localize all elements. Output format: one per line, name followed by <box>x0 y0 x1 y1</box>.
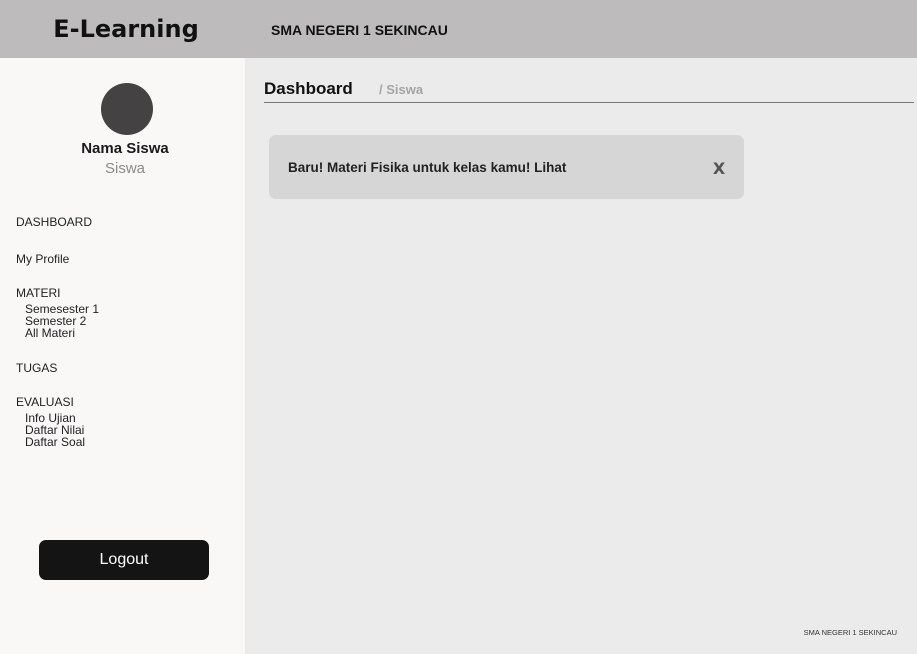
notification-banner: Baru! Materi Fisika untuk kelas kamu! Li… <box>269 135 744 199</box>
sidebar: Nama Siswa Siswa DASHBOARD My Profile MA… <box>0 58 245 654</box>
close-icon[interactable]: X <box>710 159 728 179</box>
sidebar-subitem-daftar-soal[interactable]: Daftar Soal <box>25 436 85 448</box>
app-brand: E-Learning <box>53 15 199 43</box>
page-title: Dashboard <box>264 79 353 98</box>
user-name: Nama Siswa <box>81 140 169 157</box>
main-content: Dashboard / Siswa Baru! Materi Fisika un… <box>245 58 917 654</box>
sidebar-item-materi[interactable]: MATERI <box>16 286 60 300</box>
footer-text: SMA NEGERI 1 SEKINCAU <box>803 628 897 637</box>
user-role: Siswa <box>104 160 145 177</box>
sidebar-subitem-all-materi[interactable]: All Materi <box>25 327 75 339</box>
avatar <box>101 83 153 135</box>
notification-text[interactable]: Baru! Materi Fisika untuk kelas kamu! Li… <box>288 160 566 175</box>
title-divider <box>264 102 914 103</box>
top-header: E-Learning SMA NEGERI 1 SEKINCAU <box>0 0 917 58</box>
logout-button[interactable]: Logout <box>39 540 209 580</box>
sidebar-item-my-profile[interactable]: My Profile <box>16 252 69 266</box>
sidebar-item-dashboard[interactable]: DASHBOARD <box>16 215 92 229</box>
sidebar-item-evaluasi[interactable]: EVALUASI <box>16 395 74 409</box>
school-name: SMA NEGERI 1 SEKINCAU <box>271 22 448 38</box>
breadcrumb: / Siswa <box>379 82 424 97</box>
sidebar-item-tugas[interactable]: TUGAS <box>16 361 57 375</box>
